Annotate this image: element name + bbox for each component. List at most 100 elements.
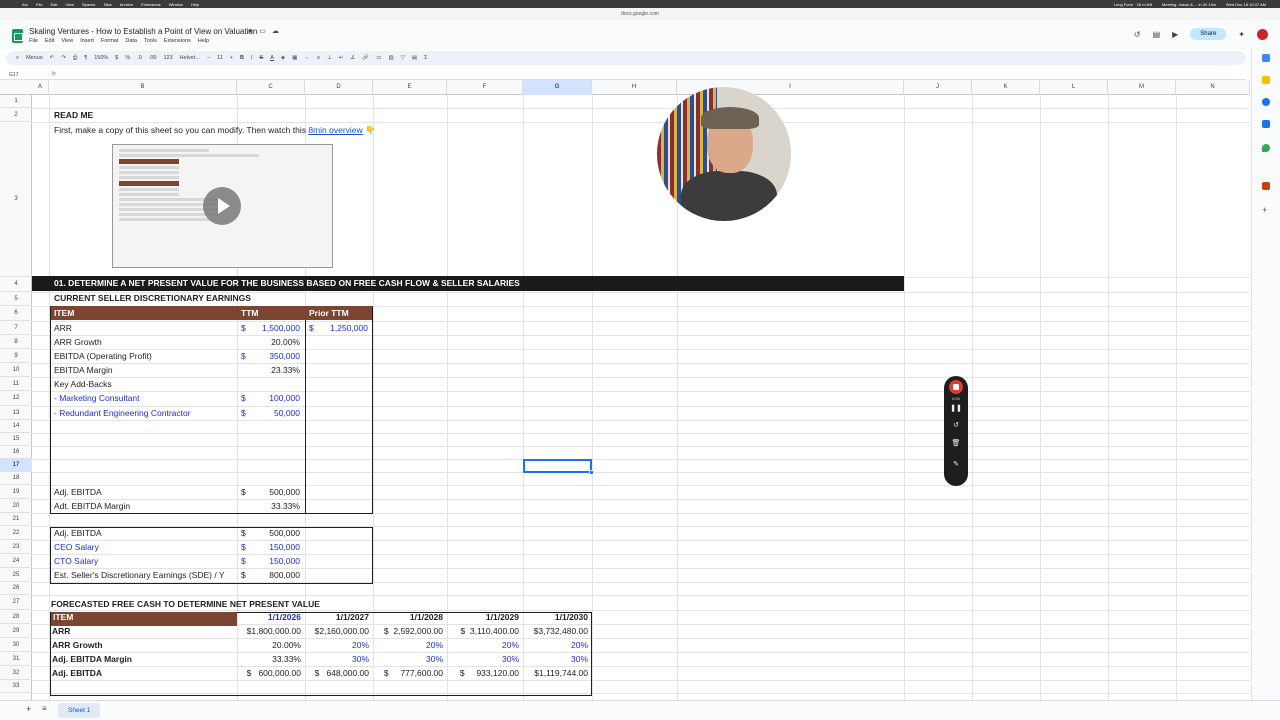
adj-row-item[interactable]: Adj. EBITDA xyxy=(54,485,102,499)
row-header-8[interactable]: 8 xyxy=(0,335,32,349)
row-header-26[interactable]: 26 xyxy=(0,582,32,595)
row-header-7[interactable]: 7 xyxy=(0,321,32,335)
merge-icon[interactable]: ⇔ xyxy=(304,55,310,61)
forecast-cell[interactable]: $ 600,000.00 xyxy=(239,666,301,680)
row-header-6[interactable]: 6 xyxy=(0,306,32,321)
row-header-13[interactable]: 13 xyxy=(0,406,32,420)
forecast-row-item[interactable]: Adj. EBITDA Margin xyxy=(52,652,132,666)
avatar[interactable] xyxy=(1257,28,1268,40)
more-formats-button[interactable]: 123 xyxy=(163,55,172,61)
draw-icon[interactable]: ✎ xyxy=(944,460,968,468)
fill-color-icon[interactable]: ◈ xyxy=(281,55,285,61)
row-header-28[interactable]: 28 xyxy=(0,610,32,624)
section-heading-npv[interactable]: 01. DETERMINE A NET PRESENT VALUE FOR TH… xyxy=(32,276,904,291)
keep-icon[interactable] xyxy=(1262,76,1270,84)
font-size-decrease[interactable]: − xyxy=(207,55,210,61)
menu-edit[interactable]: Edit xyxy=(45,38,54,44)
column-header-n[interactable]: N xyxy=(1176,80,1250,95)
mac-menu-file[interactable]: File xyxy=(36,2,42,7)
mac-menu-archive[interactable]: Archive xyxy=(120,2,133,7)
sde-row-item[interactable]: ARR Growth xyxy=(54,335,102,349)
mac-menu-edit[interactable]: Edit xyxy=(50,2,57,7)
align-icon[interactable]: ≡ xyxy=(317,55,320,61)
history-icon[interactable]: ↺ xyxy=(1134,30,1141,39)
redo-icon[interactable]: ↷ xyxy=(61,55,66,61)
paint-format-icon[interactable]: ¶ xyxy=(84,55,87,61)
sde-row-item[interactable]: - Marketing Consultant xyxy=(54,391,140,405)
menu-format[interactable]: Format xyxy=(101,38,118,44)
mac-menu-arc[interactable]: Arc xyxy=(22,2,28,7)
wrap-icon[interactable]: ↵ xyxy=(339,55,344,61)
valign-icon[interactable]: ⊥ xyxy=(327,55,332,61)
font-select[interactable]: Helvet... xyxy=(180,55,200,61)
link-icon[interactable]: 🔗 xyxy=(362,55,369,61)
salary-row-item[interactable]: CEO Salary xyxy=(54,540,236,554)
rotate-icon[interactable]: ∠ xyxy=(350,55,355,61)
restart-icon[interactable]: ↺ xyxy=(944,421,968,429)
forecast-cell[interactable]: $ 648,000.00 xyxy=(307,666,369,680)
row-header-9[interactable]: 9 xyxy=(0,349,32,363)
forecast-cell[interactable]: $3,732,480.00 xyxy=(525,624,588,638)
forecast-row-item[interactable]: ARR Growth xyxy=(52,638,103,652)
sde-row-ttm-value[interactable]: 350,000 xyxy=(240,349,300,363)
adj-row-value[interactable]: 500,000 xyxy=(240,485,300,499)
browser-url[interactable]: docs.google.com xyxy=(0,8,1280,20)
column-header-j[interactable]: J xyxy=(904,80,972,95)
sheet-tab[interactable]: Sheet 1 xyxy=(58,703,101,718)
selected-cell-g17[interactable] xyxy=(523,459,592,473)
row-header-29[interactable]: 29 xyxy=(0,624,32,638)
menu-data[interactable]: Data xyxy=(125,38,137,44)
bold-button[interactable]: B xyxy=(240,55,244,61)
row-header-5[interactable]: 5 xyxy=(0,292,32,306)
column-header-b[interactable]: B xyxy=(49,80,237,95)
forecast-header-date[interactable]: 1/1/2026 xyxy=(239,610,301,624)
move-icon[interactable]: ▭ xyxy=(259,27,266,35)
row-header-25[interactable]: 25 xyxy=(0,568,32,582)
column-header-l[interactable]: L xyxy=(1040,80,1108,95)
row-header-19[interactable]: 19 xyxy=(0,485,32,499)
font-size-increase[interactable]: + xyxy=(230,55,233,61)
forecast-cell[interactable]: $ 3,110,400.00 xyxy=(449,624,519,638)
add-sheet-icon[interactable]: + xyxy=(26,704,31,714)
intro-text[interactable]: First, make a copy of this sheet so you … xyxy=(54,123,376,137)
mac-menu-tabs[interactable]: Tabs xyxy=(103,2,111,7)
salary-row-item[interactable]: CTO Salary xyxy=(54,554,236,568)
row-header-10[interactable]: 10 xyxy=(0,363,32,377)
forecast-cell[interactable]: 30% xyxy=(375,652,443,666)
menu-extensions[interactable]: Extensions xyxy=(164,38,191,44)
readme-heading[interactable]: READ ME xyxy=(54,108,93,122)
menu-insert[interactable]: Insert xyxy=(80,38,94,44)
salary-row-value[interactable]: 150,000 xyxy=(240,540,300,554)
star-icon[interactable]: ★ xyxy=(247,27,253,35)
column-header-m[interactable]: M xyxy=(1108,80,1176,95)
mac-menu-extensions[interactable]: Extensions xyxy=(141,2,161,7)
salary-row-value[interactable]: 500,000 xyxy=(240,526,300,540)
sde-title[interactable]: CURRENT SELLER DISCRETIONARY EARNINGS xyxy=(54,291,251,305)
forecast-header-date[interactable]: 1/1/2027 xyxy=(307,610,369,624)
row-header-32[interactable]: 32 xyxy=(0,666,32,680)
font-size-input[interactable]: 11 xyxy=(217,55,223,61)
increase-decimal-button[interactable]: .00 xyxy=(149,55,157,61)
decrease-decimal-button[interactable]: .0 xyxy=(137,55,142,61)
forecast-cell[interactable]: 20% xyxy=(307,638,369,652)
forecast-cell[interactable]: $2,160,000.00 xyxy=(307,624,369,638)
column-header-g[interactable]: G xyxy=(523,80,592,95)
forecast-cell[interactable]: $ 777,600.00 xyxy=(375,666,443,680)
addon-icon[interactable] xyxy=(1262,182,1270,190)
row-header-2[interactable]: 2 xyxy=(0,108,32,122)
strikethrough-button[interactable]: S xyxy=(260,55,264,61)
name-box[interactable]: G17 xyxy=(9,72,18,78)
mac-menu-help[interactable]: Help xyxy=(191,2,199,7)
row-header-23[interactable]: 23 xyxy=(0,540,32,554)
mac-menu-window[interactable]: Window xyxy=(169,2,183,7)
chart-icon[interactable]: ▥ xyxy=(388,55,393,61)
forecast-header-date[interactable]: 1/1/2028 xyxy=(375,610,443,624)
sde-row-prior-value[interactable]: 1,250,000 xyxy=(308,321,368,335)
row-header-31[interactable]: 31 xyxy=(0,652,32,666)
filter-icon[interactable]: ▽ xyxy=(401,55,405,61)
forecast-cell[interactable]: 20.00% xyxy=(239,638,301,652)
search-menus-icon[interactable]: ⌕ xyxy=(16,55,19,62)
row-header-3[interactable]: 3 xyxy=(0,122,32,277)
forecast-cell[interactable]: 30% xyxy=(307,652,369,666)
overview-video-link[interactable]: 8min overview xyxy=(308,125,362,135)
